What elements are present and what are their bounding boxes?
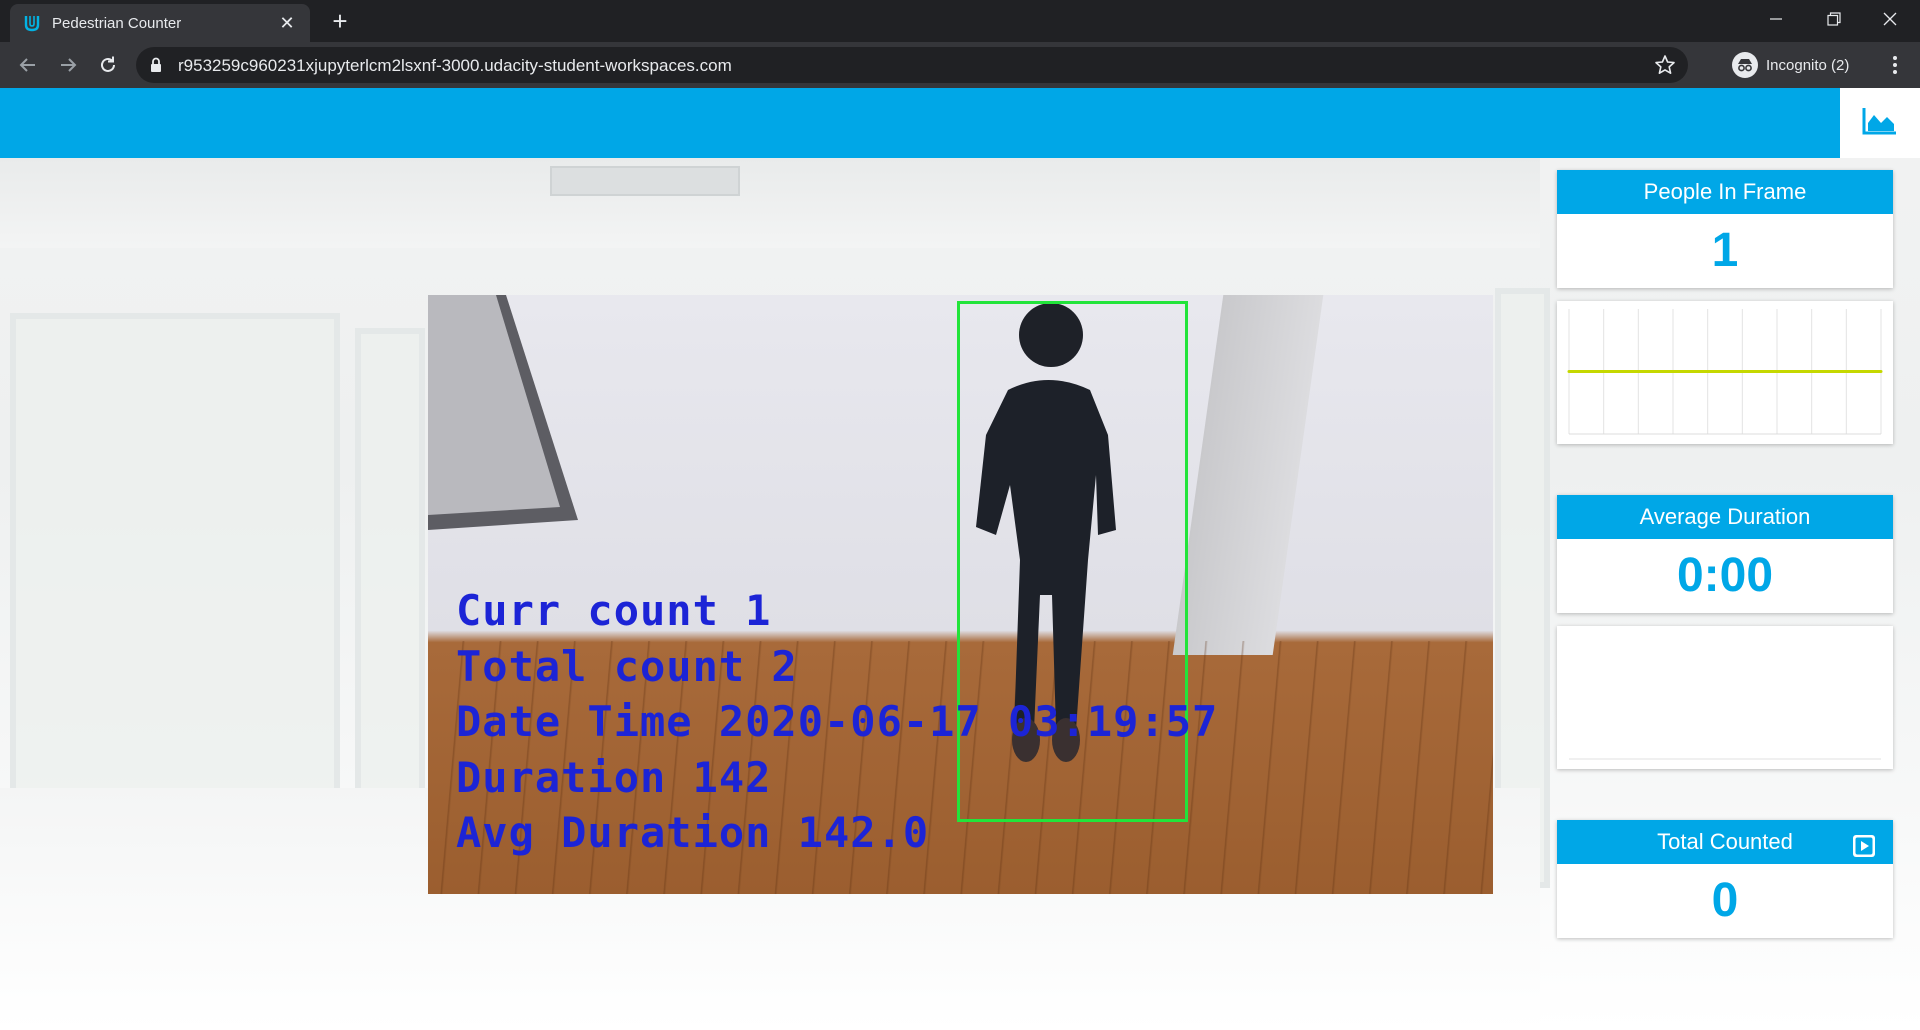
back-arrow-icon[interactable] — [12, 49, 44, 81]
restore-window-icon[interactable] — [1806, 0, 1862, 38]
people-in-frame-card: People In Frame 1 — [1557, 170, 1893, 288]
tab-title: Pedestrian Counter — [52, 14, 182, 32]
people-in-frame-label: People In Frame — [1557, 170, 1893, 214]
chart-data-point — [1844, 370, 1848, 373]
overlay-current-count: Curr count 1 — [456, 586, 772, 635]
chart-toggle-button[interactable] — [1840, 88, 1920, 158]
area-chart-icon — [1862, 106, 1898, 141]
overlay-date-time: Date Time 2020-06-17 03:19:57 — [456, 697, 1219, 746]
browser-menu-icon[interactable] — [1880, 50, 1910, 80]
wall-picture-frame — [428, 295, 578, 530]
lock-icon — [150, 57, 162, 78]
udacity-logo-icon — [22, 13, 42, 33]
average-duration-value: 0:00 — [1676, 549, 1774, 602]
video-stats-overlay: Curr count 1 Total count 2 Date Time 202… — [456, 583, 1218, 861]
chart-data-point — [1671, 370, 1675, 373]
app-header-bar — [0, 88, 1840, 158]
incognito-icon — [1732, 52, 1758, 78]
browser-tabstrip: Pedestrian Counter ✕ + — [0, 0, 1920, 42]
chart-data-point — [1706, 370, 1710, 373]
total-counted-header: Total Counted — [1557, 820, 1893, 864]
close-tab-icon[interactable]: ✕ — [276, 13, 298, 34]
minimize-window-icon[interactable] — [1748, 0, 1804, 38]
overlay-total-count: Total count 2 — [456, 641, 798, 691]
chart-data-point — [1879, 370, 1883, 373]
chart-data-point — [1636, 370, 1640, 373]
chart-data-point — [1602, 370, 1606, 373]
chart-data-point — [1810, 370, 1814, 373]
video-feed: Curr count 1 Total count 2 Date Time 202… — [428, 295, 1493, 894]
chart-data-point — [1775, 370, 1779, 373]
forward-arrow-icon[interactable] — [52, 49, 84, 81]
url-text: r953259c960231xjupyterlcm2lsxnf-3000.uda… — [178, 56, 732, 75]
average-duration-card: Average Duration 0:00 — [1557, 495, 1893, 613]
new-tab-button[interactable]: + — [324, 6, 356, 38]
average-duration-label: Average Duration — [1557, 495, 1893, 539]
people-trend-chart — [1567, 309, 1883, 435]
overlay-duration: Duration 142 — [456, 752, 772, 802]
chart-data-point — [1567, 370, 1571, 373]
chart-data-point — [1740, 370, 1744, 373]
people-in-frame-chart — [1557, 301, 1893, 444]
people-in-frame-value: 1 — [1711, 224, 1739, 277]
incognito-indicator[interactable]: Incognito (2) — [1732, 51, 1849, 79]
background-ceiling-vent — [550, 166, 740, 196]
address-bar[interactable]: r953259c960231xjupyterlcm2lsxnf-3000.uda… — [136, 47, 1688, 83]
total-counted-card: Total Counted 0 — [1557, 820, 1893, 938]
browser-tab[interactable]: Pedestrian Counter ✕ — [10, 4, 310, 42]
app-page: Curr count 1 Total count 2 Date Time 202… — [0, 88, 1920, 1030]
overlay-average-duration: Avg Duration 142.0 — [456, 808, 930, 857]
total-counted-label: Total Counted — [1657, 829, 1793, 854]
duration-chart-card — [1557, 626, 1893, 769]
browser-toolbar: r953259c960231xjupyterlcm2lsxnf-3000.uda… — [0, 42, 1920, 88]
duration-chart — [1569, 758, 1881, 760]
total-counted-value: 0 — [1711, 874, 1739, 927]
background-ceiling — [0, 158, 1540, 248]
reload-icon[interactable] — [92, 49, 124, 81]
bookmark-star-icon[interactable] — [1654, 54, 1676, 81]
close-window-icon[interactable] — [1862, 0, 1918, 38]
play-icon[interactable] — [1851, 830, 1877, 857]
incognito-label: Incognito (2) — [1766, 56, 1850, 74]
